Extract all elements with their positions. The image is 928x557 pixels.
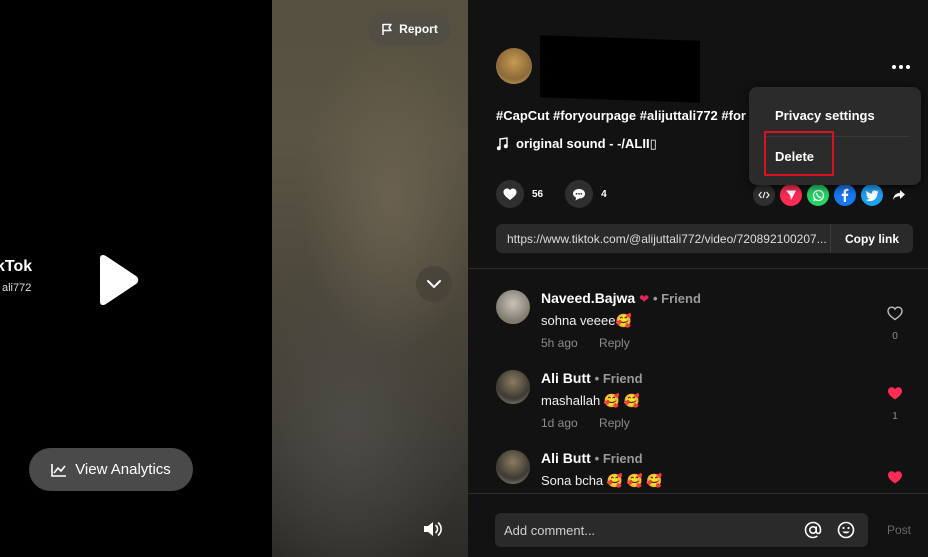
twitter-icon[interactable] <box>861 184 883 206</box>
sound-label: original sound - -/ALII▯ <box>516 136 657 151</box>
reply-button[interactable]: Reply <box>599 336 630 350</box>
mention-icon[interactable] <box>802 519 824 541</box>
commenter-name[interactable]: Naveed.Bajwa ❤ • Friend <box>541 290 701 306</box>
section-divider <box>468 268 928 269</box>
heart-outline-icon <box>887 306 903 321</box>
heart-emoji-icon: ❤ <box>639 292 650 306</box>
comment-text: mashallah 🥰 🥰 <box>541 393 640 408</box>
comment-input[interactable]: Add comment... <box>495 513 868 547</box>
privacy-settings-menu-item[interactable]: Privacy settings <box>775 108 875 123</box>
like-button[interactable] <box>496 180 524 208</box>
video-player[interactable]: kTok ali772 Report View Analytics <box>0 0 468 557</box>
tiktok-watermark: kTok <box>0 258 33 275</box>
view-analytics-label: View Analytics <box>75 461 171 478</box>
commenter-name[interactable]: Ali Butt • Friend <box>541 370 643 386</box>
chevron-down-icon <box>427 280 441 288</box>
like-count: 56 <box>532 188 544 200</box>
reply-button[interactable]: Reply <box>599 416 630 430</box>
comment-like-count: 1 <box>892 411 898 422</box>
redacted-username <box>540 35 700 103</box>
commenter-name[interactable]: Ali Butt • Friend <box>541 450 643 466</box>
comment-meta: 1d ago Reply <box>541 416 630 430</box>
commenter-avatar[interactable] <box>496 290 530 324</box>
report-label: Report <box>399 22 438 36</box>
send-to-friends-icon[interactable] <box>780 184 802 206</box>
report-button[interactable]: Report <box>368 13 451 45</box>
volume-icon[interactable] <box>422 519 444 539</box>
whatsapp-icon[interactable] <box>807 184 829 206</box>
comment-composer: Add comment... Post <box>468 493 928 557</box>
more-options-menu: Privacy settings Delete <box>749 87 921 185</box>
commenter-name-text: Ali Butt <box>541 370 591 386</box>
next-video-button[interactable] <box>416 266 452 302</box>
post-details-panel: #CapCut #foryourpage #alijuttali772 #for… <box>468 0 928 557</box>
post-button[interactable]: Post <box>887 523 911 537</box>
heart-icon <box>503 188 517 200</box>
watermark-username: ali772 <box>2 282 32 294</box>
friend-tag: • Friend <box>594 451 643 466</box>
analytics-chart-icon <box>51 463 67 477</box>
comment-placeholder: Add comment... <box>504 522 596 538</box>
comment-time: 5h ago <box>541 336 578 350</box>
comment-bubble-icon <box>573 188 586 200</box>
comment-text: Sona bcha 🥰 🥰 🥰 <box>541 473 663 488</box>
author-avatar[interactable] <box>496 48 532 84</box>
comment-like-button[interactable]: 1 <box>887 386 903 422</box>
heart-filled-icon <box>888 471 902 484</box>
comment-text: sohna veeee🥰 <box>541 313 632 328</box>
comment-meta: 5h ago Reply <box>541 336 630 350</box>
music-note-icon <box>496 137 508 151</box>
view-analytics-button[interactable]: View Analytics <box>29 448 193 491</box>
embed-icon[interactable] <box>753 184 775 206</box>
heart-filled-icon <box>888 387 902 400</box>
commenter-avatar[interactable] <box>496 370 530 404</box>
video-link-box: https://www.tiktok.com/@alijuttali772/vi… <box>496 224 913 253</box>
comment-like-button[interactable]: 0 <box>887 306 903 342</box>
facebook-icon[interactable] <box>834 184 856 206</box>
comment-count: 4 <box>601 188 607 200</box>
commenter-name-text: Naveed.Bajwa <box>541 290 636 306</box>
share-arrow-icon[interactable] <box>888 184 910 206</box>
friend-tag: • Friend <box>653 291 701 306</box>
engagement-stats: 56 4 <box>496 180 629 208</box>
comment-button[interactable] <box>565 180 594 208</box>
commenter-avatar[interactable] <box>496 450 530 484</box>
play-icon[interactable] <box>94 254 140 306</box>
emoji-icon[interactable] <box>835 519 857 541</box>
comment-like-count: 0 <box>892 331 898 342</box>
flag-icon <box>382 23 392 35</box>
share-options <box>753 184 910 206</box>
comment-like-button[interactable] <box>887 470 903 490</box>
sound-link[interactable]: original sound - -/ALII▯ <box>496 136 657 152</box>
copy-link-button[interactable]: Copy link <box>830 224 913 253</box>
video-link-text[interactable]: https://www.tiktok.com/@alijuttali772/vi… <box>496 232 830 246</box>
friend-tag: • Friend <box>594 371 643 386</box>
delete-highlight-box <box>764 131 834 176</box>
commenter-name-text: Ali Butt <box>541 450 591 466</box>
more-options-icon[interactable] <box>892 60 914 74</box>
comment-time: 1d ago <box>541 416 578 430</box>
